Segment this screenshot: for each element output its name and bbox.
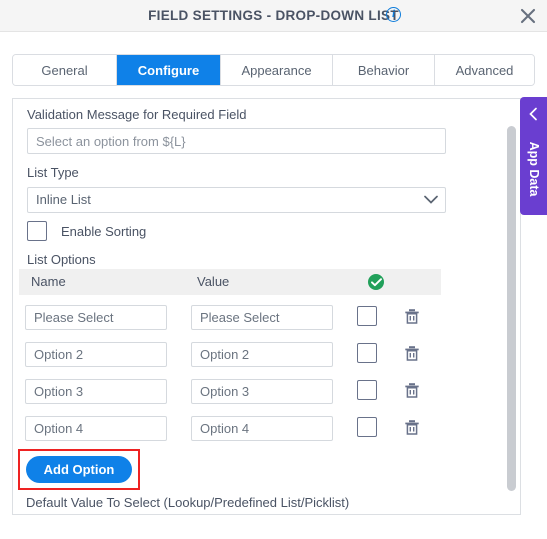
green-check-circle-icon[interactable] [368,274,384,290]
trash-icon[interactable] [402,417,422,437]
trash-icon[interactable] [402,343,422,363]
app-data-panel-tab[interactable]: App Data [520,97,547,215]
scrollbar-thumb[interactable] [507,126,516,491]
trash-icon[interactable] [402,380,422,400]
options-table-header: Name Value [19,269,441,295]
option-name-input[interactable] [25,416,167,441]
option-name-input[interactable] [25,379,167,404]
settings-tabs: General Configure Appearance Behavior Ad… [12,54,535,86]
table-row [13,377,520,409]
validation-message-input[interactable] [27,128,446,154]
table-row [13,340,520,372]
configure-panel: Validation Message for Required Field Li… [12,98,521,515]
column-header-name: Name [31,274,66,289]
option-value-input[interactable] [191,305,333,330]
enable-sorting-checkbox[interactable] [27,221,47,241]
option-value-input[interactable] [191,379,333,404]
option-selected-checkbox[interactable] [357,306,377,326]
add-option-button[interactable]: Add Option [26,456,132,483]
option-name-input[interactable] [25,342,167,367]
tab-appearance[interactable]: Appearance [221,55,333,85]
tab-behavior[interactable]: Behavior [333,55,435,85]
tab-general[interactable]: General [13,55,117,85]
validation-message-label: Validation Message for Required Field [27,107,247,122]
table-row [13,303,520,335]
option-value-input[interactable] [191,416,333,441]
page-title: FIELD SETTINGS - DROP-DOWN LIST [148,8,399,23]
list-options-label: List Options [27,252,96,267]
list-type-label: List Type [27,165,79,180]
option-value-input[interactable] [191,342,333,367]
default-value-label: Default Value To Select (Lookup/Predefin… [26,495,350,510]
panel-scrollbar[interactable] [504,98,518,515]
app-data-label: App Data [527,141,541,197]
option-selected-checkbox[interactable] [357,417,377,437]
tab-advanced[interactable]: Advanced [435,55,534,85]
list-type-select[interactable]: Inline List [27,187,446,213]
option-selected-checkbox[interactable] [357,380,377,400]
table-row [13,414,520,446]
option-name-input[interactable] [25,305,167,330]
enable-sorting-label: Enable Sorting [61,224,147,239]
option-selected-checkbox[interactable] [357,343,377,363]
trash-icon[interactable] [402,306,422,326]
info-circle-icon[interactable]: i [386,7,401,22]
list-type-select-value[interactable]: Inline List [27,187,446,213]
tab-configure[interactable]: Configure [117,55,221,85]
column-header-value: Value [197,274,230,289]
dialog-title-bar: FIELD SETTINGS - DROP-DOWN LIST i [0,0,547,32]
close-icon[interactable] [517,5,539,27]
